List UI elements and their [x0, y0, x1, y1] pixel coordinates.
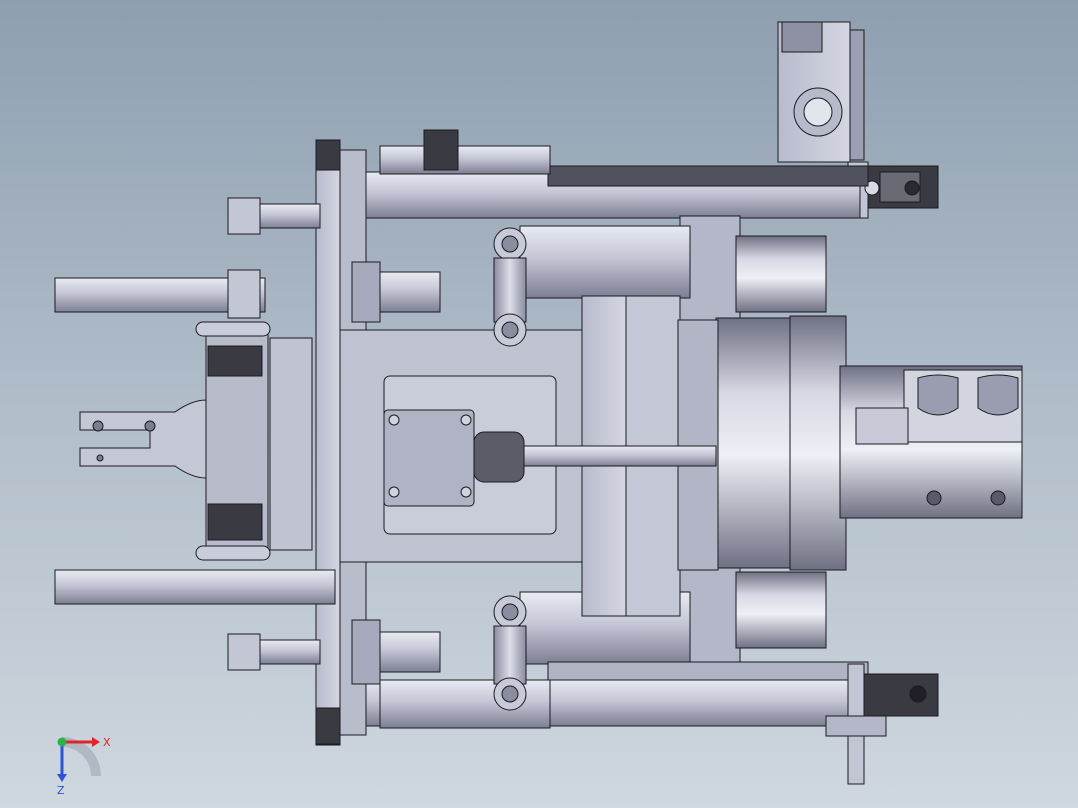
cable-gland [473, 431, 525, 483]
cad-model-assembly[interactable] [0, 0, 1078, 808]
coordinate-triad: X Z [57, 736, 111, 797]
gripper-fork [79, 399, 207, 479]
3d-viewport[interactable]: X Z [0, 0, 1078, 808]
cable [523, 445, 717, 467]
chuck-body [715, 317, 797, 569]
flange [269, 337, 313, 551]
x-axis-label: X [103, 736, 111, 749]
left-rod-lower [54, 569, 336, 605]
y-axis-dot [57, 737, 67, 747]
z-axis-label: Z [57, 784, 65, 797]
